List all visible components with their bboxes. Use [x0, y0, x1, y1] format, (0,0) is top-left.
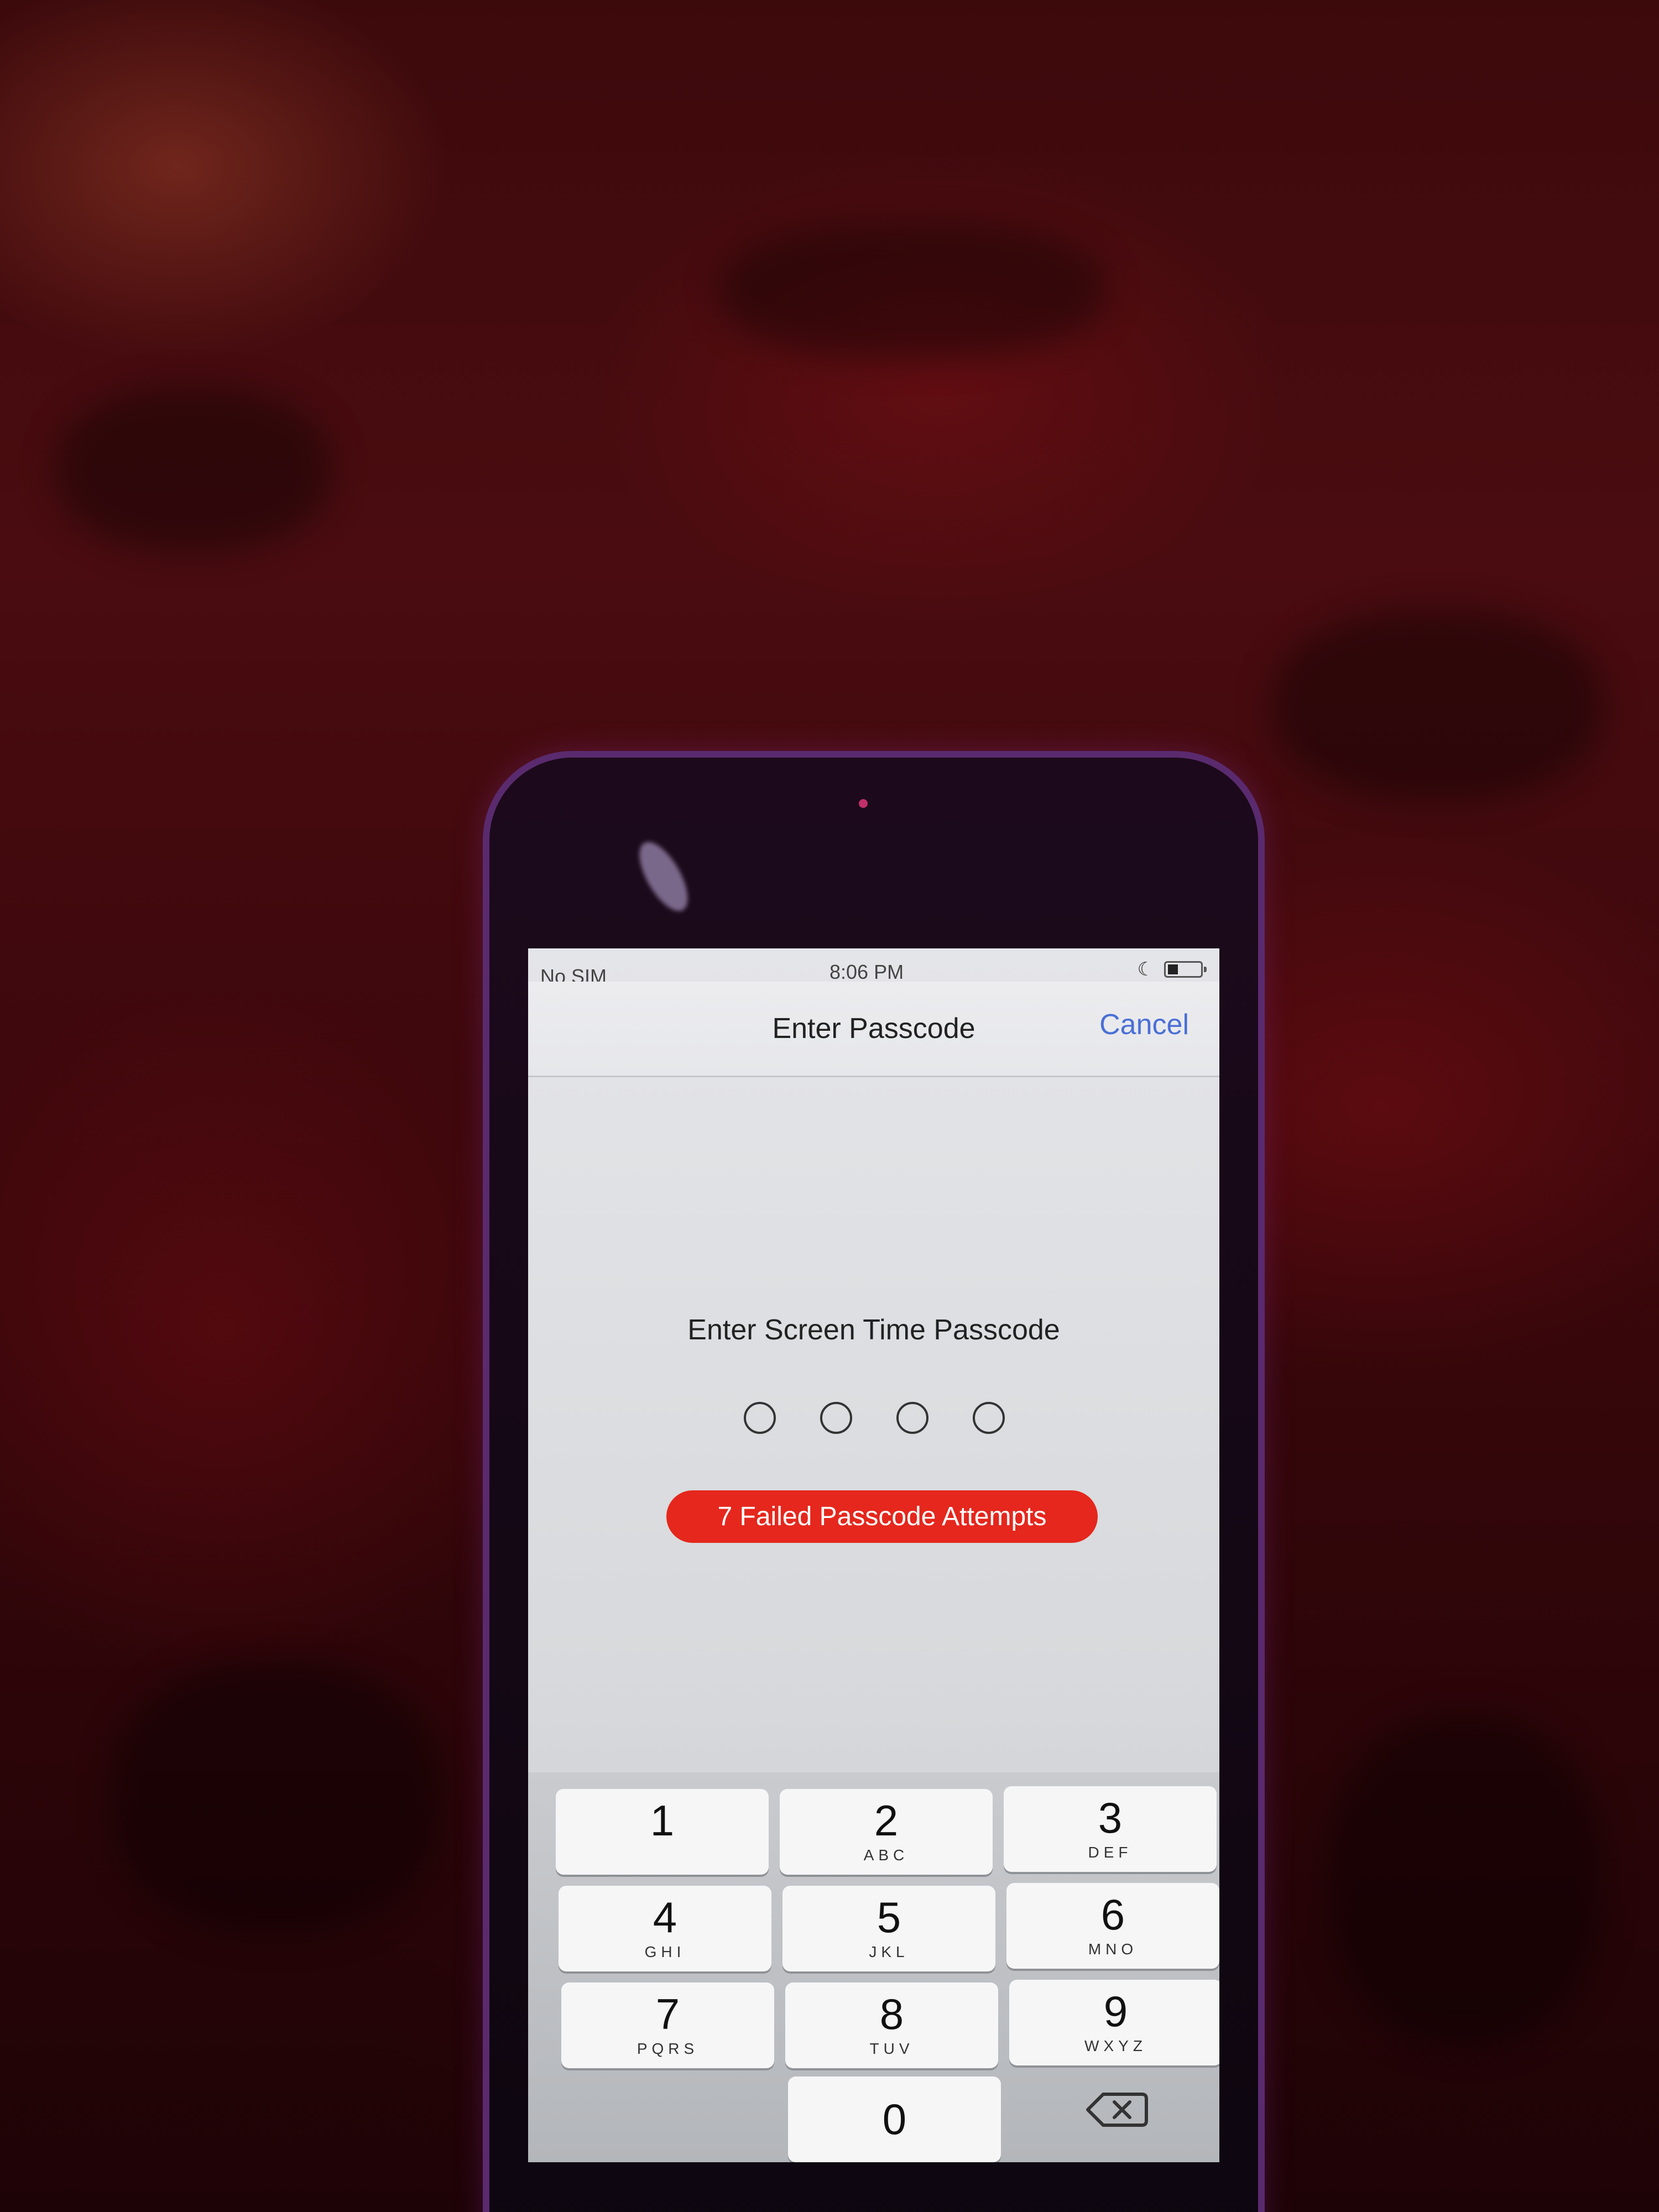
cancel-button[interactable]: Cancel [1099, 1008, 1189, 1041]
shadow-patch [1327, 1714, 1604, 2046]
key-4[interactable]: 4 GHI [559, 1886, 771, 1971]
moon-icon: ☾ [1137, 959, 1154, 980]
passcode-dots [744, 1402, 1005, 1434]
key-letters: WXYZ [1084, 2037, 1147, 2054]
key-letters: GHI [644, 1943, 686, 1960]
passcode-dot [744, 1402, 776, 1434]
key-digit: 2 [874, 1796, 899, 1845]
passcode-dot [896, 1402, 928, 1434]
failed-attempts-badge: 7 Failed Passcode Attempts [666, 1490, 1098, 1543]
delete-button[interactable] [1081, 2082, 1153, 2137]
key-0[interactable]: 0 [788, 2077, 1001, 2162]
key-2[interactable]: 2 ABC [780, 1789, 993, 1875]
key-6[interactable]: 6 MNO [1006, 1883, 1219, 1969]
passcode-dot [973, 1402, 1005, 1434]
key-8[interactable]: 8 TUV [785, 1983, 998, 2068]
key-letters: PQRS [637, 2040, 699, 2057]
navigation-bar: Enter Passcode Cancel [528, 982, 1219, 1077]
photo-background: No SIM 8:06 PM ☾ Enter Passcode Cancel E… [0, 0, 1659, 2212]
key-digit: 7 [655, 1990, 680, 2038]
status-bar: No SIM 8:06 PM ☾ [528, 948, 1219, 988]
key-5[interactable]: 5 JKL [782, 1886, 995, 1971]
key-letters: MNO [1088, 1940, 1138, 1958]
key-letters: JKL [869, 1943, 909, 1960]
key-letters: ABC [863, 1846, 909, 1864]
key-letters: DEF [1088, 1844, 1133, 1861]
key-digit: 0 [882, 2095, 907, 2143]
shadow-patch [111, 1659, 442, 1936]
passcode-prompt: Enter Screen Time Passcode [687, 1314, 1060, 1346]
key-9[interactable]: 9 WXYZ [1009, 1980, 1219, 2065]
key-digit: 8 [879, 1990, 904, 2038]
delete-backspace-icon [1086, 2093, 1148, 2127]
shadow-patch [1272, 608, 1604, 802]
key-letters: TUV [869, 2040, 914, 2057]
passcode-dot [820, 1402, 852, 1434]
key-digit: 3 [1098, 1793, 1123, 1842]
battery-icon [1164, 961, 1207, 978]
key-digit: 4 [653, 1893, 677, 1942]
numeric-keypad: 1 2 ABC 3 DEF 4 GHI 5 JKL 6 MNO 7 PQRS 8… [528, 1772, 1219, 2162]
key-digit: 1 [650, 1796, 675, 1845]
key-digit: 5 [877, 1893, 901, 1942]
phone-screen: No SIM 8:06 PM ☾ Enter Passcode Cancel E… [528, 948, 1219, 2162]
key-7[interactable]: 7 PQRS [561, 1983, 774, 2068]
front-sensor [859, 799, 868, 808]
shadow-patch [719, 221, 1106, 359]
status-icons: ☾ [1137, 958, 1207, 980]
key-3[interactable]: 3 DEF [1004, 1786, 1217, 1872]
key-digit: 9 [1103, 1987, 1128, 2036]
clock: 8:06 PM [830, 961, 904, 983]
shadow-patch [55, 387, 332, 553]
key-digit: 6 [1100, 1890, 1125, 1939]
key-1[interactable]: 1 [556, 1789, 769, 1875]
